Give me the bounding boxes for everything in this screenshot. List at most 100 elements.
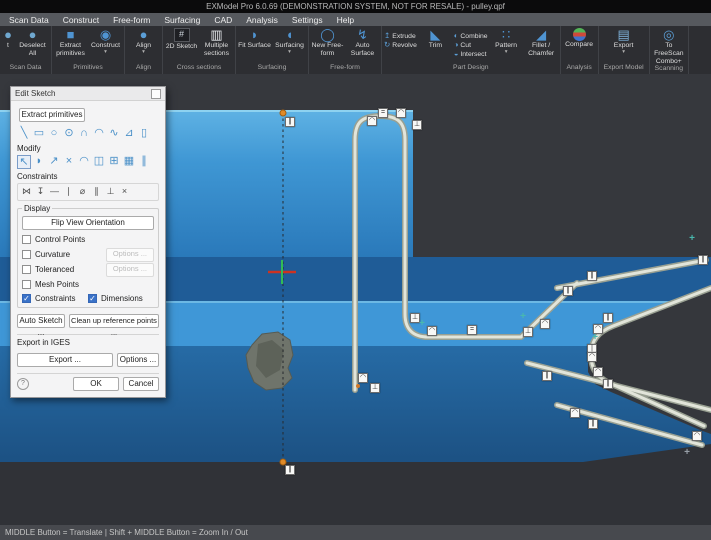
menu-item-construct[interactable]: Construct: [63, 15, 99, 25]
cleanup-reference-points-button[interactable]: Clean up reference points ...: [69, 314, 159, 328]
constraint-glyph-marker[interactable]: ◠: [587, 352, 597, 362]
circle-tool-icon[interactable]: ○: [47, 127, 61, 141]
constraint-glyph-marker[interactable]: ∥: [542, 371, 552, 381]
checkbox-curvature[interactable]: [22, 250, 31, 259]
ribbon-item-cut[interactable]: ◑Cut: [454, 41, 488, 49]
ribbon-item-compare[interactable]: Compare: [563, 28, 596, 49]
ribbon-item-to-freescan-combo[interactable]: ◎To FreeScan Combo+: [652, 28, 685, 65]
offset-edge-tool-icon[interactable]: ▯: [137, 127, 151, 141]
select-tool-icon[interactable]: ↖: [17, 155, 31, 169]
anchor-constraint-icon[interactable]: ↧: [34, 185, 47, 199]
ribbon-group-label: Export Model: [601, 64, 647, 74]
constraint-glyph-marker[interactable]: ◠: [593, 367, 603, 377]
pattern-tool-icon[interactable]: ▦: [122, 155, 136, 169]
sketch-endpoint-dot[interactable]: [356, 384, 360, 388]
dialog-close-button[interactable]: [151, 89, 161, 99]
constraint-glyph-marker[interactable]: ⊥: [370, 383, 380, 393]
vertical-constraint-icon[interactable]: ∣: [62, 185, 75, 199]
cancel-button[interactable]: Cancel: [123, 377, 159, 391]
constraint-glyph-marker[interactable]: ⊥: [523, 327, 533, 337]
constraint-glyph-marker[interactable]: ∥: [603, 313, 613, 323]
menu-item-help[interactable]: Help: [337, 15, 354, 25]
fillet-tool-icon[interactable]: ◠: [77, 155, 91, 169]
constraint-glyph-marker[interactable]: ∥: [698, 255, 708, 265]
ribbon-item-new-free-form[interactable]: ◯New Free-form: [311, 28, 344, 58]
center-circle-tool-icon[interactable]: ⊙: [62, 127, 76, 141]
ribbon-item-align[interactable]: ●Align▾: [127, 28, 160, 54]
constraint-glyph-marker[interactable]: ◠: [540, 319, 550, 329]
constraint-glyph-marker[interactable]: ◠: [427, 326, 437, 336]
export-button[interactable]: Export ...: [17, 353, 113, 367]
offset-tool-icon[interactable]: ◗: [32, 155, 46, 169]
checkbox-mesh-points[interactable]: [22, 280, 31, 289]
constraint-glyph-marker[interactable]: ∥: [285, 117, 295, 127]
parallel-constraint-icon[interactable]: ∥: [90, 185, 103, 199]
constraint-glyph-marker[interactable]: ◠: [570, 408, 580, 418]
checkbox-control-points[interactable]: [22, 235, 31, 244]
checkbox-constraints[interactable]: ✓: [22, 294, 31, 303]
ribbon-item-export[interactable]: ▤Export▾: [607, 28, 640, 54]
line-tool-icon[interactable]: ╲: [17, 127, 31, 141]
auto-sketch-button[interactable]: Auto Sketch ...: [17, 314, 65, 328]
ok-button[interactable]: OK: [73, 377, 119, 391]
checkbox-dimensions[interactable]: ✓: [88, 294, 97, 303]
delete-tool-icon[interactable]: ×: [62, 155, 76, 169]
tangent-constraint-icon[interactable]: ⌀: [76, 185, 89, 199]
ribbon-item-pattern[interactable]: ∷Pattern▾: [490, 28, 523, 54]
constraint-glyph-marker[interactable]: ∥: [285, 465, 295, 475]
dialog-titlebar[interactable]: Edit Sketch: [11, 87, 165, 101]
ribbon-item-trim[interactable]: ◣Trim: [419, 28, 452, 50]
ribbon-item-2d-sketch[interactable]: #2D Sketch: [165, 28, 198, 51]
rectangle-tool-icon[interactable]: ▭: [32, 127, 46, 141]
ribbon-item-construct[interactable]: ◉Construct▾: [89, 28, 122, 54]
constraint-glyph-marker[interactable]: ∥: [587, 271, 597, 281]
constraint-glyph-marker[interactable]: =: [378, 108, 388, 118]
split-tool-icon[interactable]: ◫: [92, 155, 106, 169]
menu-item-settings[interactable]: Settings: [292, 15, 323, 25]
menu-item-free-form[interactable]: Free-form: [113, 15, 150, 25]
hatch-tool-icon[interactable]: ∥: [137, 155, 151, 169]
constraint-glyph-marker[interactable]: ∥: [603, 379, 613, 389]
ribbon-item-fit-surface[interactable]: ◗Fit Surface: [238, 28, 271, 50]
ribbon-item-surfacing[interactable]: ◖Surfacing▾: [273, 28, 306, 54]
extract-primitives-button[interactable]: Extract primitives: [19, 108, 85, 122]
polyline-tool-icon[interactable]: ⊿: [122, 127, 136, 141]
constraint-glyph-marker[interactable]: =: [467, 325, 477, 335]
constraint-glyph-marker[interactable]: ∥: [588, 419, 598, 429]
slot-tool-icon[interactable]: ∩: [77, 127, 91, 141]
flip-view-orientation-button[interactable]: Flip View Orientation: [22, 216, 154, 230]
constraint-glyph-marker[interactable]: ∥: [563, 286, 573, 296]
ribbon-item-multiple-sections[interactable]: ▥Multiple sections: [200, 28, 233, 58]
spline-tool-icon[interactable]: ∿: [107, 127, 121, 141]
menu-item-cad[interactable]: CAD: [214, 15, 232, 25]
checkbox-toleranced[interactable]: [22, 265, 31, 274]
curvature-options-button[interactable]: Options ...: [106, 248, 154, 262]
toleranced-options-button[interactable]: Options ...: [106, 263, 154, 277]
ribbon-item-auto-surface[interactable]: ↯Auto Surface: [346, 28, 379, 58]
constraint-glyph-marker[interactable]: ◠: [396, 108, 406, 118]
ribbon-item-revolve[interactable]: ↻Revolve: [384, 41, 417, 49]
arc-tool-icon[interactable]: ◠: [92, 127, 106, 141]
axis-endpoint-top[interactable]: [280, 110, 286, 116]
ribbon-item-combine[interactable]: ◐Combine: [454, 32, 488, 40]
constraint-glyph-marker[interactable]: ◠: [367, 116, 377, 126]
constraint-glyph-marker[interactable]: ◠: [358, 373, 368, 383]
menu-item-scan-data[interactable]: Scan Data: [9, 15, 49, 25]
export-options-button[interactable]: Options ...: [117, 353, 159, 367]
move-tool-icon[interactable]: ↗: [47, 155, 61, 169]
help-icon[interactable]: ?: [17, 378, 29, 390]
menu-item-analysis[interactable]: Analysis: [246, 15, 278, 25]
ribbon-item-intersect[interactable]: ◒Intersect: [454, 50, 488, 58]
constraint-glyph-marker[interactable]: ⊥: [412, 120, 422, 130]
ribbon-item-deselect-all[interactable]: ●Deselect All: [16, 28, 49, 58]
merge-tool-icon[interactable]: ⊞: [107, 155, 121, 169]
menu-item-surfacing[interactable]: Surfacing: [164, 15, 200, 25]
ribbon-item-partial[interactable]: ●t: [2, 28, 14, 50]
coincident-constraint-icon[interactable]: ⋈: [20, 185, 33, 199]
ribbon-item-extract-primitives[interactable]: ■Extract primitives: [54, 28, 87, 58]
horizontal-constraint-icon[interactable]: —: [48, 185, 61, 199]
perpendicular-constraint-icon[interactable]: ⊥: [104, 185, 117, 199]
ribbon-item-fillet-chamfer[interactable]: ◢Fillet / Chamfer: [525, 28, 558, 58]
constraint-glyph-marker[interactable]: ◠: [692, 431, 702, 441]
ribbon-item-extrude[interactable]: ↥Extrude: [384, 32, 417, 40]
